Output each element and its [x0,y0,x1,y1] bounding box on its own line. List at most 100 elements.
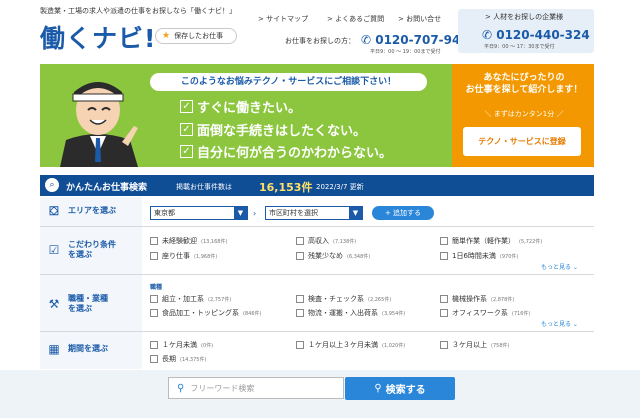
option-label: 座り仕事 [162,252,190,260]
banner-check-item: ✓ 面倒な手続きはしたくない。 [180,120,366,139]
condition-checkbox[interactable]: 簡単作業（軽作業） (5,722件) [440,236,542,246]
nav-sitemap-link[interactable]: > サイトマップ [258,14,308,24]
job-seeker-label: お仕事をお探しの方： [285,37,355,45]
option-count: (5,722件) [519,238,543,245]
jobtype-checkbox[interactable]: 検査・チェック系 (2,265件) [296,294,391,304]
checkbox[interactable] [150,237,158,245]
option-label: 簡単作業（軽作業） [452,237,515,245]
period-checkbox[interactable]: １ケ月以上３ケ月未満 (1,020件) [296,340,405,350]
checkbox[interactable] [440,341,448,349]
corporate-link[interactable]: > 人材をお探しの企業様 [485,12,563,22]
city-value: 市区町村を選択 [269,209,318,217]
chevron-right-icon: › [253,209,257,218]
option-count: (716件) [511,310,531,317]
period-checkbox[interactable]: 長期 (14,375件) [150,354,206,364]
search-title: かんたんお仕事検索 [66,183,148,193]
condition-checkbox[interactable]: 座り仕事 (1,968件) [150,251,217,261]
keyword-placeholder: フリーワード検索 [190,383,255,393]
checkbox[interactable] [296,341,304,349]
checkbox[interactable] [150,309,158,317]
period-checkbox[interactable]: １ケ月未満 (0件) [150,340,213,350]
search-button-label: 検索する [385,385,426,396]
checkbox[interactable] [150,341,158,349]
option-label: 1日6時間未満 [452,252,496,260]
option-count: (1,968件) [194,253,218,260]
option-label: 長期 [162,355,176,363]
corporate-hours: 平日9：00 ～ 17：30まで受付 [484,44,555,50]
nav-faq-link[interactable]: > よくあるご質問 [327,14,384,24]
option-label: 未経験歓迎 [162,237,197,245]
option-count: (970件) [499,253,519,260]
keyword-search-input[interactable]: ⚲ フリーワード検索 [168,377,344,399]
jobtype-more-link[interactable]: もっと見る ⌄ [541,319,578,328]
checkbox[interactable] [440,237,448,245]
option-count: (3,954件) [382,310,406,317]
city-select[interactable]: 市区町村を選択 ▼ [265,206,363,220]
checkmark-icon: ✓ [180,123,193,136]
prefecture-select[interactable]: 東京都 ▼ [150,206,248,220]
checkbox[interactable] [150,355,158,363]
checkbox[interactable] [296,237,304,245]
option-count: (2,878件) [491,296,515,303]
job-seeker-hours: 平日9：00 ～ 19：00まで受付 [370,49,441,55]
search-icon: ⚲ [177,382,185,394]
checkbox[interactable] [296,309,304,317]
phone-icon: ✆ [482,28,497,42]
search-button[interactable]: ⚲ 検索する [345,377,455,400]
checkbox[interactable] [296,295,304,303]
option-label: 組立・加工系 [162,295,204,303]
phone-icon: ✆ [361,33,376,47]
option-count: (14,375件) [180,356,207,363]
checkbox[interactable] [150,295,158,303]
job-seeker-phone-number: 0120-707-942 [375,33,469,47]
condition-checkbox[interactable]: 1日6時間未満 (970件) [440,251,518,261]
option-count: (1,020件) [382,342,406,349]
option-count: (2,265件) [368,296,392,303]
divider [40,331,594,332]
option-count: (758件) [491,342,510,349]
condition-checkbox[interactable]: 残業少なめ (6,348件) [296,251,370,261]
checkbox[interactable] [440,309,448,317]
nav-contact-link[interactable]: > お問い合せ [398,14,441,24]
site-tagline: 製造業・工場の求人や派遣の仕事をお探しなら「働くナビ！」 [40,7,236,15]
site-logo[interactable]: 働くナビ! [40,19,156,55]
register-button[interactable]: テクノ・サービスに登録 [463,127,581,156]
option-label: 物流・運搬・入出荷系 [308,309,378,317]
jobtype-checkbox[interactable]: 機械操作系 (2,878件) [440,294,514,304]
area-label-text: エリアを選ぶ [68,206,116,215]
option-label: １ケ月未満 [162,341,197,349]
conditions-label-text: こだわり条件 を選ぶ [68,240,116,259]
jobtype-checkbox[interactable]: 食品加工・トッピング系 (846件) [150,308,261,318]
option-label: 機械操作系 [452,295,487,303]
condition-checkbox[interactable]: 未経験歓迎 (13,168件) [150,236,227,246]
add-area-button[interactable]: + 追加する [372,206,434,220]
conditions-more-link[interactable]: もっと見る ⌄ [541,262,578,271]
corporate-phone[interactable]: ✆ 0120-440-324 [482,28,590,42]
checkmark-icon: ✓ [180,145,193,158]
saved-jobs-button[interactable]: ★ 保存したお仕事 [155,28,237,44]
checkbox[interactable] [296,252,304,260]
divider [40,274,594,275]
banner-check-item: ✓ 自分に何が合うのかわからない。 [180,142,392,161]
option-count: (846件) [243,310,262,317]
job-count-label: 掲載お仕事件数は [176,183,232,191]
checkbox[interactable] [440,295,448,303]
area-label: ⛋ エリアを選ぶ [46,205,136,217]
option-count: (2,757件) [208,296,232,303]
jobtype-checkbox[interactable]: 組立・加工系 (2,757件) [150,294,231,304]
saved-jobs-label: 保存したお仕事 [174,32,224,40]
job-seeker-phone[interactable]: ✆ 0120-707-942 [361,33,469,47]
option-label: 検査・チェック系 [308,295,364,303]
period-label: ▦ 期間を選ぶ [46,343,136,355]
conditions-label: ☑ こだわり条件 を選ぶ [46,240,136,260]
jobtype-checkbox[interactable]: オフィスワーク系 (716件) [440,308,530,318]
register-headline: あなたにぴったりの お仕事を探して紹介します！ [465,73,583,95]
condition-checkbox[interactable]: 高収入 (7,138件) [296,236,356,246]
option-count: (0件) [201,342,214,349]
jobtype-checkbox[interactable]: 物流・運搬・入出荷系 (3,954件) [296,308,405,318]
checkbox[interactable] [150,252,158,260]
period-checkbox[interactable]: ３ケ月以上 (758件) [440,340,509,350]
checkbox[interactable] [440,252,448,260]
corporate-phone-number: 0120-440-324 [496,28,590,42]
chevron-down-icon: ▼ [234,207,247,219]
